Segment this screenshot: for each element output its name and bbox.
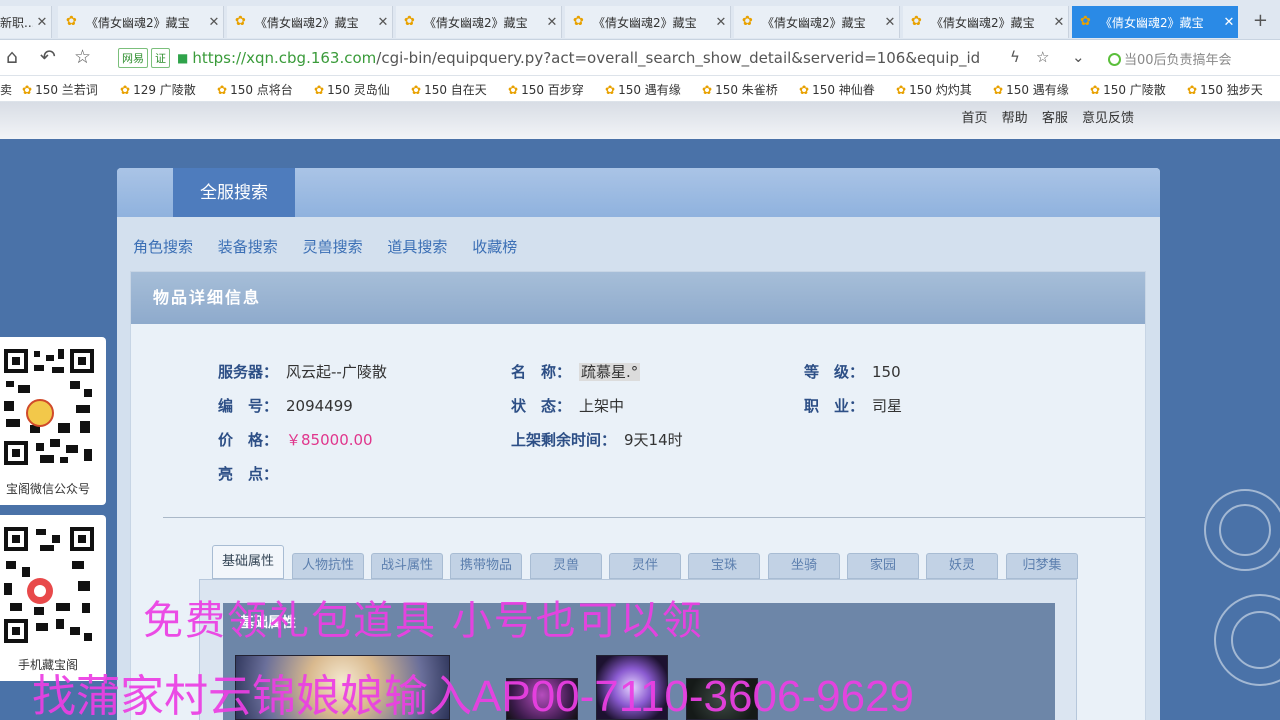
site-badge: 网易 <box>118 48 148 68</box>
bookmarks-bar: 卖 ✿ 150 兰若词 ✿ 129 广陵散 ✿ 150 点将台 ✿ 150 灵岛仙 ✿ 1… <box>0 76 1280 102</box>
cert-badge: 证 <box>151 48 170 68</box>
browser-tab[interactable]: ✿ 《倩女幽魂2》藏宝 ✕ <box>903 6 1069 38</box>
link-feedback[interactable]: 意见反馈 <box>1082 111 1134 126</box>
bookmark-item[interactable]: ✿ 150 独步天 <box>1187 81 1263 98</box>
browser-tab[interactable]: 新职... ✕ <box>0 6 52 38</box>
bookmark-item[interactable]: ✿ 150 灼灼其 <box>896 81 972 98</box>
game-favicon-icon: ✿ <box>66 14 77 29</box>
close-tab-icon[interactable]: ✕ <box>33 15 51 30</box>
game-favicon-icon: ✿ <box>573 14 584 29</box>
attribute-tabs: 基础属性 人物抗性 战斗属性 携带物品 灵兽 灵伴 宝珠 坐骑 家园 妖灵 归梦… <box>212 545 1082 580</box>
promo-overlay-line1: 免费领礼包道具 小号也可以领 <box>143 598 704 644</box>
tab-dream-collection[interactable]: 归梦集 <box>1006 553 1078 579</box>
close-tab-icon[interactable]: ✕ <box>881 15 899 30</box>
search-ring-icon <box>1108 53 1121 66</box>
qr-caption: 宝阁微信公众号 <box>5 482 90 496</box>
back-icon[interactable]: ↶ <box>40 46 56 68</box>
bookmark-item[interactable]: ✿ 150 广陵散 <box>1090 81 1166 98</box>
tab-global-search[interactable]: 全服搜索 <box>173 168 295 217</box>
bookmark-item[interactable]: ✿ 150 神仙眷 <box>799 81 875 98</box>
top-links: 首页 帮助 客服 意见反馈 <box>952 107 1134 126</box>
close-tab-icon[interactable]: ✕ <box>1050 15 1068 30</box>
close-tab-icon[interactable]: ✕ <box>712 15 730 30</box>
field-name: 名 称： 疏慕星.° <box>511 363 641 381</box>
field-status: 状 态： 上架中 <box>511 397 625 415</box>
field-price: 价 格： ￥85000.00 <box>218 431 373 449</box>
browser-tab[interactable]: ✿ 《倩女幽魂2》藏宝 ✕ <box>58 6 224 38</box>
bookmark-item[interactable]: ✿ 150 遇有缘 <box>605 81 681 98</box>
subnav-favorites[interactable]: 收藏榜 <box>472 238 517 256</box>
tab-home[interactable]: 家园 <box>847 553 919 579</box>
link-home[interactable]: 首页 <box>962 111 988 126</box>
detail-title: 物品详细信息 <box>131 272 1145 324</box>
url-field[interactable]: 网易 证 ■ https://xqn.cbg.163.com/cgi-bin/e… <box>118 44 1060 72</box>
game-favicon-icon: ✿ <box>404 14 415 29</box>
field-highlight: 亮 点： <box>218 465 279 483</box>
bookmark-item[interactable]: ✿ 129 广陵散 <box>120 81 196 98</box>
address-bar: ⌂ ↶ ☆ 网易 证 ■ https://xqn.cbg.163.com/cgi… <box>0 40 1280 76</box>
subnav-equip-search[interactable]: 装备搜索 <box>218 238 278 256</box>
browser-tab-bar: 新职... ✕ ✿ 《倩女幽魂2》藏宝 ✕ ✿ 《倩女幽魂2》藏宝 ✕ ✿ 《倩… <box>0 0 1280 40</box>
subnav-role-search[interactable]: 角色搜索 <box>133 238 193 256</box>
link-service[interactable]: 客服 <box>1042 111 1068 126</box>
tab-combat[interactable]: 战斗属性 <box>371 553 443 579</box>
close-tab-icon[interactable]: ✕ <box>543 15 561 30</box>
qr-card-wechat: 宝阁微信公众号 <box>0 337 106 505</box>
bookmark-item[interactable]: ✿ 150 兰若词 <box>22 81 98 98</box>
new-tab-icon[interactable]: + <box>1253 10 1268 31</box>
decorative-cloud-pattern <box>1204 489 1280 686</box>
bookmark-item[interactable]: ✿ 150 自在天 <box>411 81 487 98</box>
browser-tab[interactable]: ✿ 《倩女幽魂2》藏宝 ✕ <box>734 6 900 38</box>
search-subnav: 角色搜索 装备搜索 灵兽搜索 道具搜索 收藏榜 <box>133 236 537 257</box>
section-divider <box>163 517 1145 518</box>
tab-inventory[interactable]: 携带物品 <box>450 553 522 579</box>
bookmark-item[interactable]: 卖 <box>0 81 12 98</box>
bookmark-item[interactable]: ✿ 150 遇有缘 <box>993 81 1069 98</box>
qr-code-image <box>0 523 96 645</box>
lightning-icon[interactable]: ϟ <box>1010 48 1020 66</box>
field-remaining-time: 上架剩余时间： 9天14时 <box>511 431 683 449</box>
bookmark-item[interactable]: ✿ 150 百步穿 <box>508 81 584 98</box>
field-job: 职 业： 司星 <box>804 397 903 415</box>
promo-overlay-line2: 找蒲家村云锦娘娘输入AP00-7110-3606-9629 <box>32 672 914 720</box>
close-tab-icon[interactable]: ✕ <box>1220 15 1238 30</box>
home-icon[interactable]: ⌂ <box>6 46 18 68</box>
tab-resistance[interactable]: 人物抗性 <box>292 553 364 579</box>
chevron-down-icon[interactable]: ⌄ <box>1072 48 1085 66</box>
lock-icon: ■ <box>177 51 189 65</box>
field-id: 编 号： 2094499 <box>218 397 353 415</box>
close-tab-icon[interactable]: ✕ <box>374 15 392 30</box>
game-favicon-icon: ✿ <box>742 14 753 29</box>
subnav-pet-search[interactable]: 灵兽搜索 <box>303 238 363 256</box>
url-text: https://xqn.cbg.163.com/cgi-bin/equipque… <box>192 49 981 67</box>
close-tab-icon[interactable]: ✕ <box>205 15 223 30</box>
browser-tab[interactable]: ✿ 《倩女幽魂2》藏宝 ✕ <box>227 6 393 38</box>
tab-basic-attributes[interactable]: 基础属性 <box>212 545 284 579</box>
game-favicon-icon: ✿ <box>1080 14 1091 29</box>
bookmark-item[interactable]: ✿ 150 点将台 <box>217 81 293 98</box>
link-help[interactable]: 帮助 <box>1002 111 1028 126</box>
qr-card-mobile: 手机藏宝阁 <box>0 515 106 681</box>
field-server: 服务器： 风云起--广陵散 <box>218 363 387 381</box>
browser-tab-active[interactable]: ✿ 《倩女幽魂2》藏宝 ✕ <box>1072 6 1238 38</box>
star-icon[interactable]: ☆ <box>74 46 91 68</box>
tab-mounts[interactable]: 坐骑 <box>768 553 840 579</box>
qr-code-image <box>0 345 96 467</box>
tab-spirits[interactable]: 妖灵 <box>926 553 998 579</box>
bookmark-star-icon[interactable]: ☆ <box>1036 48 1049 66</box>
browser-tab[interactable]: ✿ 《倩女幽魂2》藏宝 ✕ <box>565 6 731 38</box>
panel-header: 全服搜索 <box>117 168 1160 217</box>
tab-companions[interactable]: 灵伴 <box>609 553 681 579</box>
tab-pets[interactable]: 灵兽 <box>530 553 602 579</box>
bookmark-item[interactable]: ✿ 150 灵岛仙 <box>314 81 390 98</box>
tab-gems[interactable]: 宝珠 <box>688 553 760 579</box>
subnav-item-search[interactable]: 道具搜索 <box>387 238 447 256</box>
search-extension[interactable]: 当00后负责搞年会 <box>1108 49 1232 68</box>
field-level: 等 级： 150 <box>804 363 901 381</box>
game-favicon-icon: ✿ <box>911 14 922 29</box>
bookmark-item[interactable]: ✿ 150 朱雀桥 <box>702 81 778 98</box>
browser-tab[interactable]: ✿ 《倩女幽魂2》藏宝 ✕ <box>396 6 562 38</box>
game-favicon-icon: ✿ <box>235 14 246 29</box>
